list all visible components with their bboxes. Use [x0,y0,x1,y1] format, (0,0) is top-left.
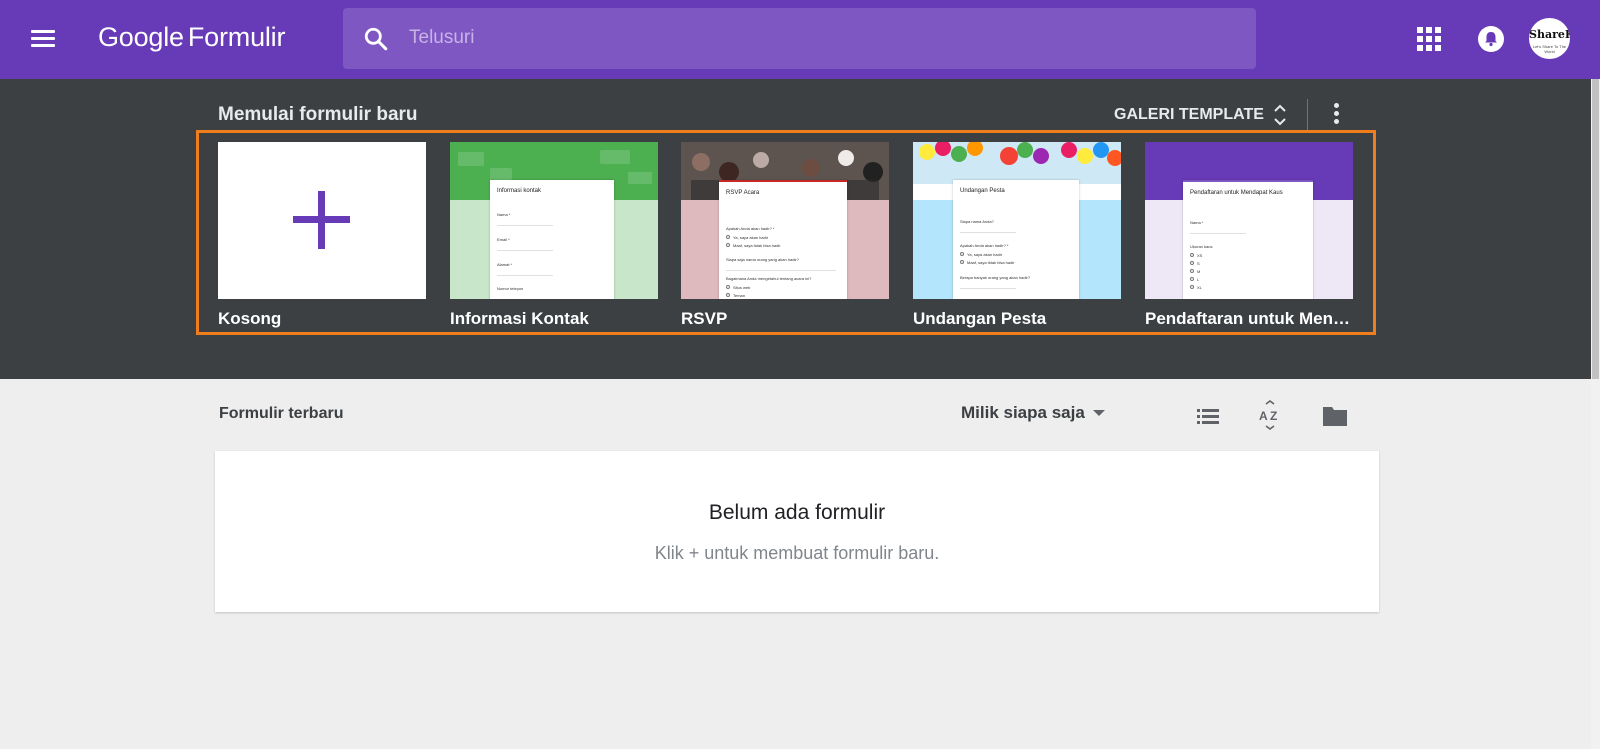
svg-text:Z: Z [1270,409,1277,423]
template-thumbnail-rsvp: RSVP Acara Apakah Anda akan hadir? * Ya,… [681,142,889,299]
preview-question: Email * [497,237,510,242]
page-scrollbar[interactable] [1591,79,1600,749]
template-label: Informasi Kontak [450,309,589,328]
template-thumbnail-tshirt-signup: Pendaftaran untuk Mendapat Kaus Nama * U… [1145,142,1353,299]
brand-product: Formulir [187,22,286,52]
preview-question: Alamat * [497,262,513,267]
preview-question: Apakah Anda akan hadir? * [960,243,1009,248]
preview-option: Maaf, saya tidak bisa hadir [733,243,781,248]
preview-question: Siapa saja nama orang yang akan hadir? [726,257,799,262]
empty-state-card: Belum ada formulir Klik + untuk membuat … [215,451,1379,612]
empty-state-subtitle: Klik + untuk membuat formulir baru. [654,543,940,563]
avatar-tagline: Let's Share To The World [1532,44,1567,54]
preview-question: Nama * [1190,220,1204,225]
template-gallery-button[interactable]: GALERI TEMPLATE [1114,99,1288,131]
preview-title: Informasi kontak [497,188,542,194]
svg-text:A: A [1259,409,1268,423]
empty-state-title: Belum ada formulir [708,501,886,524]
plus-icon [293,191,350,249]
preview-question: Nomor telepon [497,286,524,291]
hamburger-menu-icon[interactable] [28,24,58,54]
scrollbar-thumb[interactable] [1592,79,1599,379]
template-thumbnail-blank [218,142,426,299]
divider [1307,99,1308,131]
preview-option: Ya, saya akan hadir [733,235,769,240]
preview-option: Ya, saya akan hadir [967,252,1003,257]
preview-title: Pendaftaran untuk Mendapat Kaus [1190,190,1283,196]
preview-option: Teman [733,293,746,298]
preview-question: Siapa nama Anda? [960,219,994,224]
preview-option: Maaf, saya tidak bisa hadir [967,260,1015,265]
preview-question: Nama * [497,212,511,217]
preview-question: Ukuran kaus [1190,244,1213,249]
folder-icon[interactable] [1321,404,1349,428]
avatar[interactable]: ShareKu Let's Share To The World [1529,18,1570,59]
preview-option: Situs web [733,285,751,290]
owner-filter-label: Milik siapa saja [961,403,1085,422]
brand-google: Google [98,22,184,52]
template-gallery-label: GALERI TEMPLATE [1114,106,1264,123]
form-preview: RSVP Acara Apakah Anda akan hadir? * Ya,… [719,180,847,299]
dropdown-caret-icon [1092,410,1105,416]
template-thumbnail-party-invite: Undangan Pesta Siapa nama Anda? Apakah A… [913,142,1121,299]
template-label: RSVP [681,309,728,328]
preview-option: M [1197,269,1201,274]
top-app-bar: GoogleFormulir ShareKu Let's Share To Th… [0,0,1600,79]
preview-question: Apakah Anda akan hadir? * [726,226,775,231]
form-preview: Undangan Pesta Siapa nama Anda? Apakah A… [953,180,1079,299]
more-vert-icon[interactable] [1326,100,1346,130]
search-input[interactable] [409,20,1229,56]
sort-az-icon[interactable]: A Z [1257,400,1283,432]
form-preview: Pendaftaran untuk Mendapat Kaus Nama * U… [1183,180,1313,299]
template-label: Kosong [218,309,282,328]
preview-question: Bagaimana Anda mengetahui tentang acara … [726,276,812,281]
preview-title: Undangan Pesta [960,188,1005,194]
bell-icon[interactable] [1476,24,1506,54]
search-icon [364,27,388,51]
template-thumbnail-contact-info: Informasi kontak Nama * Email * Alamat *… [450,142,658,299]
avatar-text: ShareKu [1529,28,1570,41]
app-logo[interactable]: Google Formulir [98,22,285,53]
preview-option: XS [1197,253,1203,258]
list-view-icon[interactable] [1196,404,1220,428]
template-label: Pendaftaran untuk Mendapat Kaus [1145,309,1353,328]
preview-title: RSVP Acara [726,190,760,196]
template-section: Memulai formulir baru GALERI TEMPLATE Ko… [0,79,1600,379]
preview-question: Berapa banyak orang yang akan hadir? [960,275,1031,280]
owner-filter-dropdown[interactable]: Milik siapa saja [961,403,1105,423]
preview-option: L [1197,277,1200,282]
search-bar[interactable] [343,8,1256,69]
form-preview: Informasi kontak Nama * Email * Alamat *… [490,180,614,299]
apps-grid-icon[interactable] [1417,27,1441,51]
preview-option: XL [1197,285,1202,290]
template-label: Undangan Pesta [913,309,1047,328]
recent-forms-title: Formulir terbaru [219,405,344,422]
preview-option: S [1197,261,1200,266]
template-section-title: Memulai formulir baru [218,104,418,125]
expand-collapse-icon [1274,104,1286,126]
